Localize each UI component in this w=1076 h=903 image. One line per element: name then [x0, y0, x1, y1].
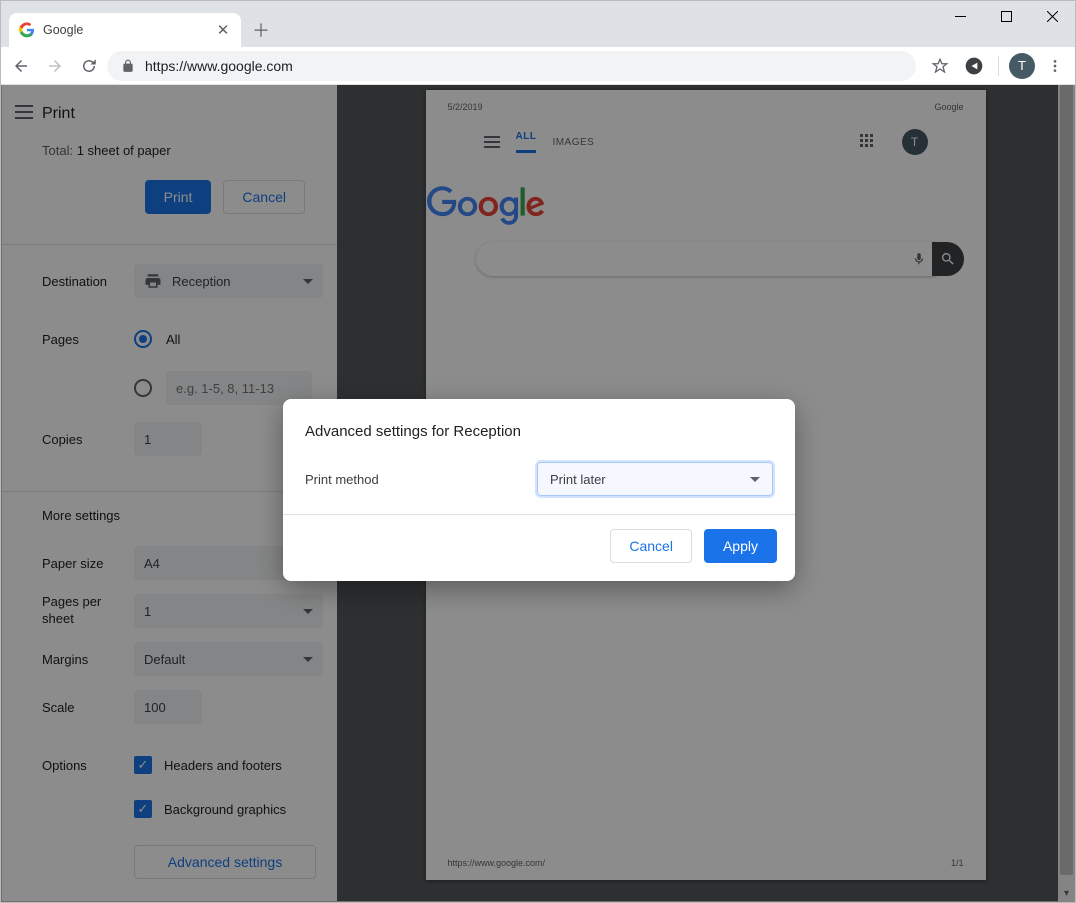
- address-bar: https://www.google.com T: [1, 47, 1075, 85]
- advanced-settings-modal: Advanced settings for Reception Print me…: [283, 399, 795, 581]
- modal-cancel-button[interactable]: Cancel: [610, 529, 692, 563]
- url-field[interactable]: https://www.google.com: [107, 51, 916, 81]
- google-favicon: [19, 22, 35, 38]
- maximize-button[interactable]: [983, 1, 1029, 31]
- modal-apply-button[interactable]: Apply: [704, 529, 777, 563]
- separator: [998, 56, 999, 76]
- bookmark-star-icon[interactable]: [926, 52, 954, 80]
- tab-title: Google: [43, 23, 207, 37]
- forward-button[interactable]: [39, 50, 71, 82]
- close-window-button[interactable]: [1029, 1, 1075, 31]
- chevron-down-icon: [750, 477, 760, 482]
- print-method-label: Print method: [305, 472, 537, 487]
- back-button[interactable]: [5, 50, 37, 82]
- minimize-button[interactable]: [937, 1, 983, 31]
- modal-title: Advanced settings for Reception: [305, 423, 773, 440]
- close-tab-icon[interactable]: ✕: [215, 22, 231, 38]
- reload-button[interactable]: [73, 50, 105, 82]
- browser-tab[interactable]: Google ✕: [9, 13, 241, 47]
- profile-avatar[interactable]: T: [1009, 53, 1035, 79]
- chrome-menu-icon[interactable]: [1041, 52, 1069, 80]
- tab-strip: Google ✕ ＋: [1, 1, 1075, 47]
- window-controls: [937, 1, 1075, 31]
- print-method-select[interactable]: Print later: [537, 462, 773, 496]
- extension-icon[interactable]: [960, 52, 988, 80]
- new-tab-button[interactable]: ＋: [247, 16, 275, 44]
- url-text: https://www.google.com: [145, 58, 293, 74]
- lock-icon: [121, 59, 135, 73]
